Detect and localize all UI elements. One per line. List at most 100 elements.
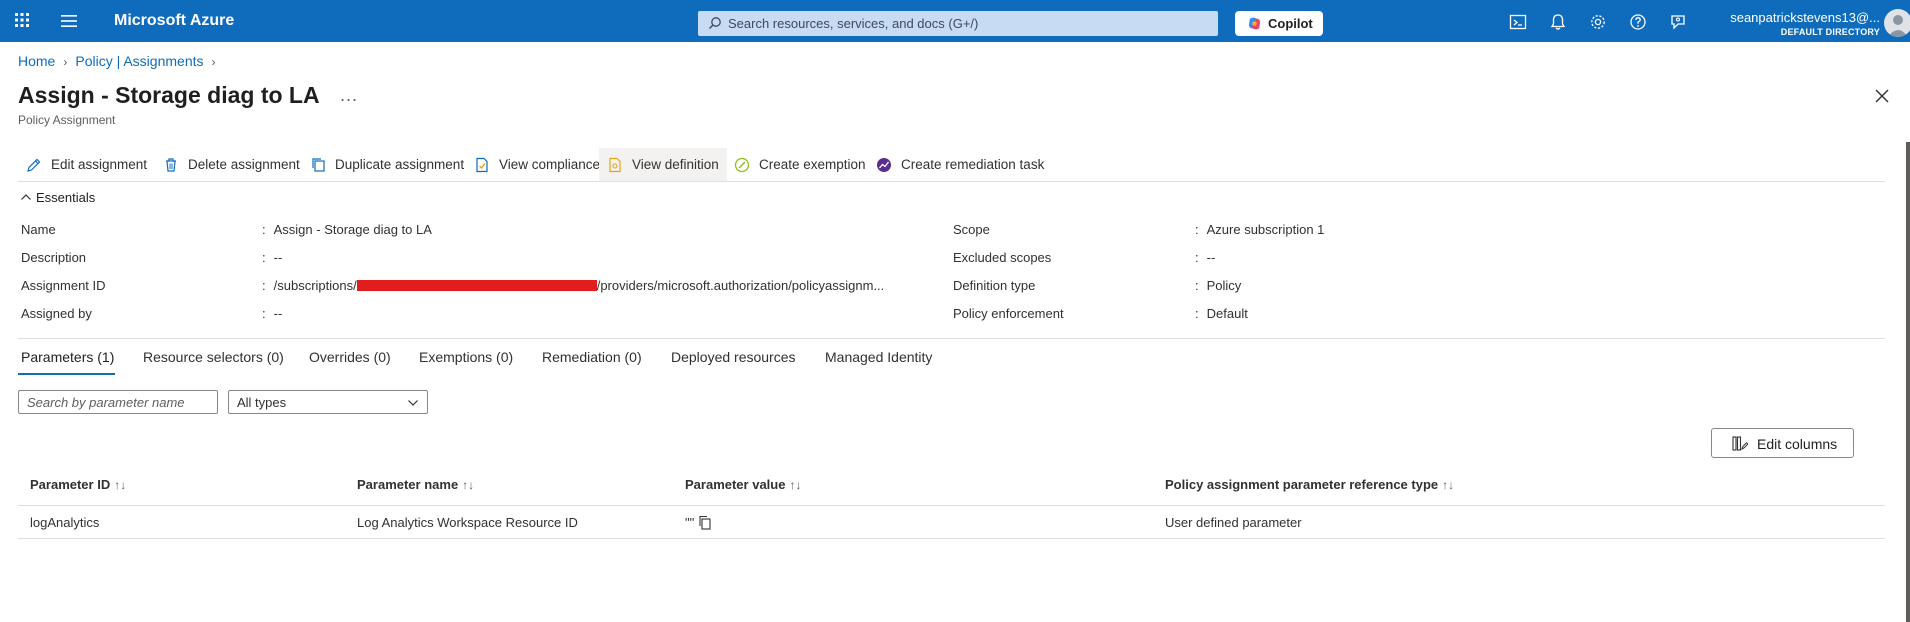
column-header-label: Parameter value <box>685 477 786 492</box>
assignment-name-value: Assign - Storage diag to LA <box>273 222 432 237</box>
more-options-button[interactable]: ... <box>340 85 358 106</box>
create-exemption-label: Create exemption <box>759 157 866 172</box>
parameter-search-input[interactable] <box>18 390 218 414</box>
cloud-shell-icon[interactable] <box>1509 13 1527 31</box>
breadcrumb-policy-assignments[interactable]: Policy | Assignments <box>75 53 203 69</box>
create-exemption-button[interactable]: Create exemption <box>726 148 866 182</box>
view-compliance-button[interactable]: View compliance <box>466 148 608 182</box>
essentials-value: :/subscriptions//providers/microsoft.aut… <box>262 278 885 293</box>
duplicate-assignment-button[interactable]: Duplicate assignment <box>302 148 465 182</box>
sort-icon: ↑↓ <box>114 478 127 492</box>
view-definition-label: View definition <box>632 157 719 172</box>
breadcrumb: Home › Policy | Assignments › <box>18 53 224 69</box>
essentials-toggle[interactable]: Essentials <box>20 190 95 205</box>
divider <box>18 338 1885 339</box>
column-header-parameter-value[interactable]: Parameter value ↑↓ <box>685 477 801 492</box>
create-remediation-task-label: Create remediation task <box>901 157 1045 172</box>
copilot-button[interactable]: Copilot <box>1235 11 1323 36</box>
edit-columns-label: Edit columns <box>1757 436 1838 452</box>
edit-columns-button[interactable]: Edit columns <box>1711 428 1854 458</box>
scope-value[interactable]: Azure subscription 1 <box>1207 222 1325 237</box>
selected-tab-indicator <box>18 373 115 375</box>
remediation-icon <box>877 158 891 172</box>
global-search-input[interactable]: Search resources, services, and docs (G+… <box>698 11 1218 36</box>
assignment-id-suffix: /providers/microsoft.authorization/polic… <box>596 278 885 293</box>
waffle-icon[interactable] <box>14 12 30 28</box>
essentials-label: Policy enforcement <box>953 306 1064 321</box>
sort-icon: ↑↓ <box>462 478 475 492</box>
feedback-icon[interactable] <box>1669 13 1687 31</box>
edit-assignment-label: Edit assignment <box>51 157 148 172</box>
copilot-icon <box>1248 17 1261 30</box>
essentials-label: Excluded scopes <box>953 250 1052 265</box>
delete-assignment-button[interactable]: Delete assignment <box>155 148 300 182</box>
user-directory: DEFAULT DIRECTORY <box>1780 27 1880 37</box>
table-row-divider <box>18 538 1885 539</box>
tab-overrides[interactable]: Overrides (0) <box>309 349 391 365</box>
column-header-label: Parameter name <box>357 477 459 492</box>
compliance-icon <box>476 157 488 173</box>
avatar[interactable] <box>1884 9 1910 37</box>
edit-assignment-button[interactable]: Edit assignment <box>18 148 148 182</box>
essentials-value: : -- <box>1195 250 1216 265</box>
chevron-up-icon <box>21 194 31 200</box>
create-remediation-task-button[interactable]: Create remediation task <box>868 148 1048 182</box>
copy-icon[interactable] <box>698 515 711 530</box>
essentials-value: : Policy <box>1195 278 1242 293</box>
essentials-value: : Assign - Storage diag to LA <box>262 222 432 237</box>
excluded-scopes-value: -- <box>1206 250 1216 265</box>
tab-resource-selectors[interactable]: Resource selectors (0) <box>143 349 284 365</box>
breadcrumb-home[interactable]: Home <box>18 53 55 69</box>
tab-parameters[interactable]: Parameters (1) <box>21 349 114 365</box>
column-header-reference-type[interactable]: Policy assignment parameter reference ty… <box>1165 477 1454 492</box>
breadcrumb-chevron-icon: › <box>211 55 216 69</box>
essentials-label: Name <box>21 222 56 237</box>
redaction-bar <box>356 280 597 291</box>
essentials-label: Definition type <box>953 278 1036 293</box>
tab-exemptions[interactable]: Exemptions (0) <box>419 349 513 365</box>
breadcrumb-chevron-icon: › <box>63 55 68 69</box>
essentials-value: : -- <box>262 250 283 265</box>
policy-enforcement-value: Default <box>1206 306 1248 321</box>
column-header-parameter-name[interactable]: Parameter name ↑↓ <box>357 477 474 492</box>
page-subtitle: Policy Assignment <box>18 113 116 127</box>
search-placeholder: Search resources, services, and docs (G+… <box>728 16 979 31</box>
essentials-value: : Azure subscription 1 <box>1195 222 1325 237</box>
column-header-parameter-id[interactable]: Parameter ID ↑↓ <box>30 477 126 492</box>
bell-icon[interactable] <box>1549 13 1567 31</box>
tab-managed-identity[interactable]: Managed Identity <box>825 349 932 365</box>
essentials-header: Essentials <box>36 190 96 205</box>
parameter-value-text: "" <box>685 515 695 530</box>
pencil-icon <box>27 158 41 172</box>
user-name: seanpatrickstevens13@... <box>1730 10 1880 25</box>
essentials-label: Assigned by <box>21 306 92 321</box>
cell-parameter-id: logAnalytics <box>30 515 100 530</box>
close-icon[interactable] <box>1873 87 1891 105</box>
user-avatar-icon <box>1888 15 1908 37</box>
chevron-down-icon <box>408 400 418 406</box>
sort-icon: ↑↓ <box>1442 478 1455 492</box>
table-header-divider <box>18 505 1885 506</box>
type-filter-value: All types <box>237 395 287 410</box>
type-filter-dropdown[interactable]: All types <box>228 390 428 414</box>
account-info[interactable]: seanpatrickstevens13@... DEFAULT DIRECTO… <box>1718 10 1880 37</box>
copilot-label: Copilot <box>1268 16 1313 31</box>
brand-title[interactable]: Microsoft Azure <box>114 12 234 30</box>
help-icon[interactable] <box>1629 13 1647 31</box>
search-icon <box>709 17 721 29</box>
description-value: -- <box>273 250 283 265</box>
gear-icon[interactable] <box>1589 13 1607 31</box>
top-navigation-bar: Microsoft Azure Search resources, servic… <box>0 0 1910 42</box>
essentials-label: Description <box>21 250 87 265</box>
view-definition-button[interactable]: View definition <box>599 148 727 182</box>
vertical-scrollbar[interactable] <box>1906 142 1910 622</box>
cell-parameter-value: "" <box>685 515 711 530</box>
divider <box>18 181 1885 182</box>
essentials-value: : Default <box>1195 306 1248 321</box>
exemption-icon <box>734 157 750 173</box>
definition-icon <box>609 157 621 173</box>
tab-remediation[interactable]: Remediation (0) <box>542 349 642 365</box>
tab-deployed-resources[interactable]: Deployed resources <box>671 349 796 365</box>
hamburger-icon[interactable] <box>60 13 78 29</box>
duplicate-assignment-label: Duplicate assignment <box>335 157 465 172</box>
